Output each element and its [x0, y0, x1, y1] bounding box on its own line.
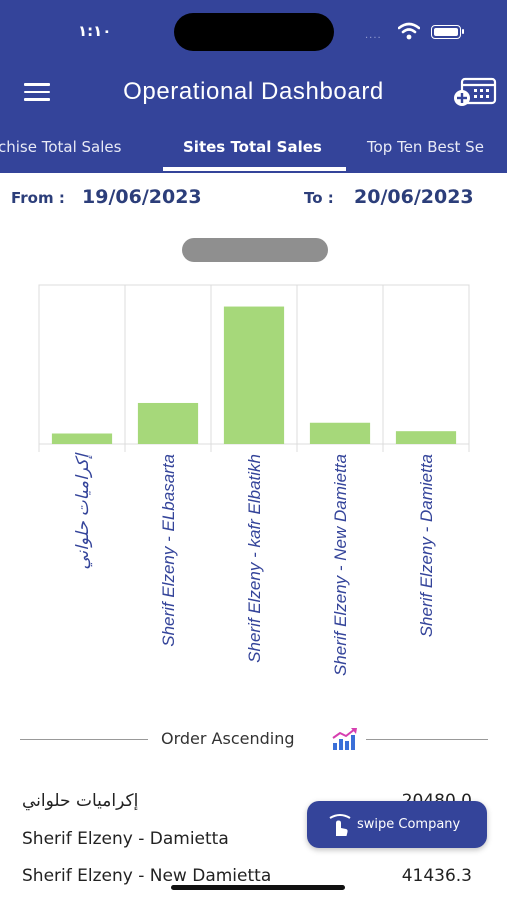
touch-swipe-icon	[329, 814, 351, 836]
to-date-value[interactable]: 20/06/2023	[354, 186, 474, 208]
home-indicator	[171, 885, 345, 890]
drag-handle[interactable]	[182, 238, 328, 262]
page-title: Operational Dashboard	[123, 78, 384, 105]
divider-line	[20, 739, 148, 740]
from-date-value[interactable]: 19/06/2023	[82, 186, 202, 208]
chart-category-label: إكراميات حلواني	[73, 452, 93, 570]
app-header: ١:١٠ .... Operational Dashboard chise To…	[0, 0, 507, 173]
chart-bar[interactable]	[51, 433, 113, 444]
chart-category-label: Sherif Elzeny - ELbasarta	[159, 454, 178, 647]
chart-bar[interactable]	[309, 422, 371, 444]
sort-ascending-chart-icon[interactable]	[331, 726, 359, 752]
calendar-add-icon[interactable]	[452, 76, 498, 108]
list-item-name: إكراميات حلواني	[22, 791, 139, 811]
swipe-company-label: swipe Company	[357, 817, 461, 832]
list-item-value: 41436.3	[401, 866, 472, 886]
active-tab-indicator	[163, 167, 346, 171]
list-item-name: Sherif Elzeny - Damietta	[22, 829, 229, 849]
chart-category-label: Sherif Elzeny - Damietta	[417, 454, 436, 637]
battery-icon	[431, 25, 464, 39]
divider-line	[366, 739, 488, 740]
tab-top-ten-best-sellers[interactable]: Top Ten Best Se	[367, 138, 484, 156]
to-label: To :	[304, 189, 334, 207]
chart-bar[interactable]	[395, 431, 457, 444]
list-item-name: Sherif Elzeny - New Damietta	[22, 866, 272, 886]
chart-bar[interactable]	[137, 402, 199, 444]
chart-bar[interactable]	[223, 306, 285, 444]
order-ascending-label[interactable]: Order Ascending	[161, 729, 295, 748]
wifi-icon	[398, 22, 420, 40]
tab-franchise-total-sales[interactable]: chise Total Sales	[0, 138, 121, 156]
sales-bar-chart: إكراميات حلواني Sherif Elzeny - ELbasarta…	[38, 284, 470, 676]
chart-category-label: Sherif Elzeny - kafr Elbatikh	[245, 454, 264, 663]
dynamic-island	[174, 13, 334, 51]
chart-category-label: Sherif Elzeny - New Damietta	[331, 454, 350, 676]
from-label: From :	[11, 189, 65, 207]
signal-icon: ....	[365, 30, 382, 41]
status-time: ١:١٠	[78, 22, 112, 40]
swipe-company-button[interactable]: swipe Company	[307, 801, 487, 848]
tab-sites-total-sales[interactable]: Sites Total Sales	[183, 138, 322, 156]
